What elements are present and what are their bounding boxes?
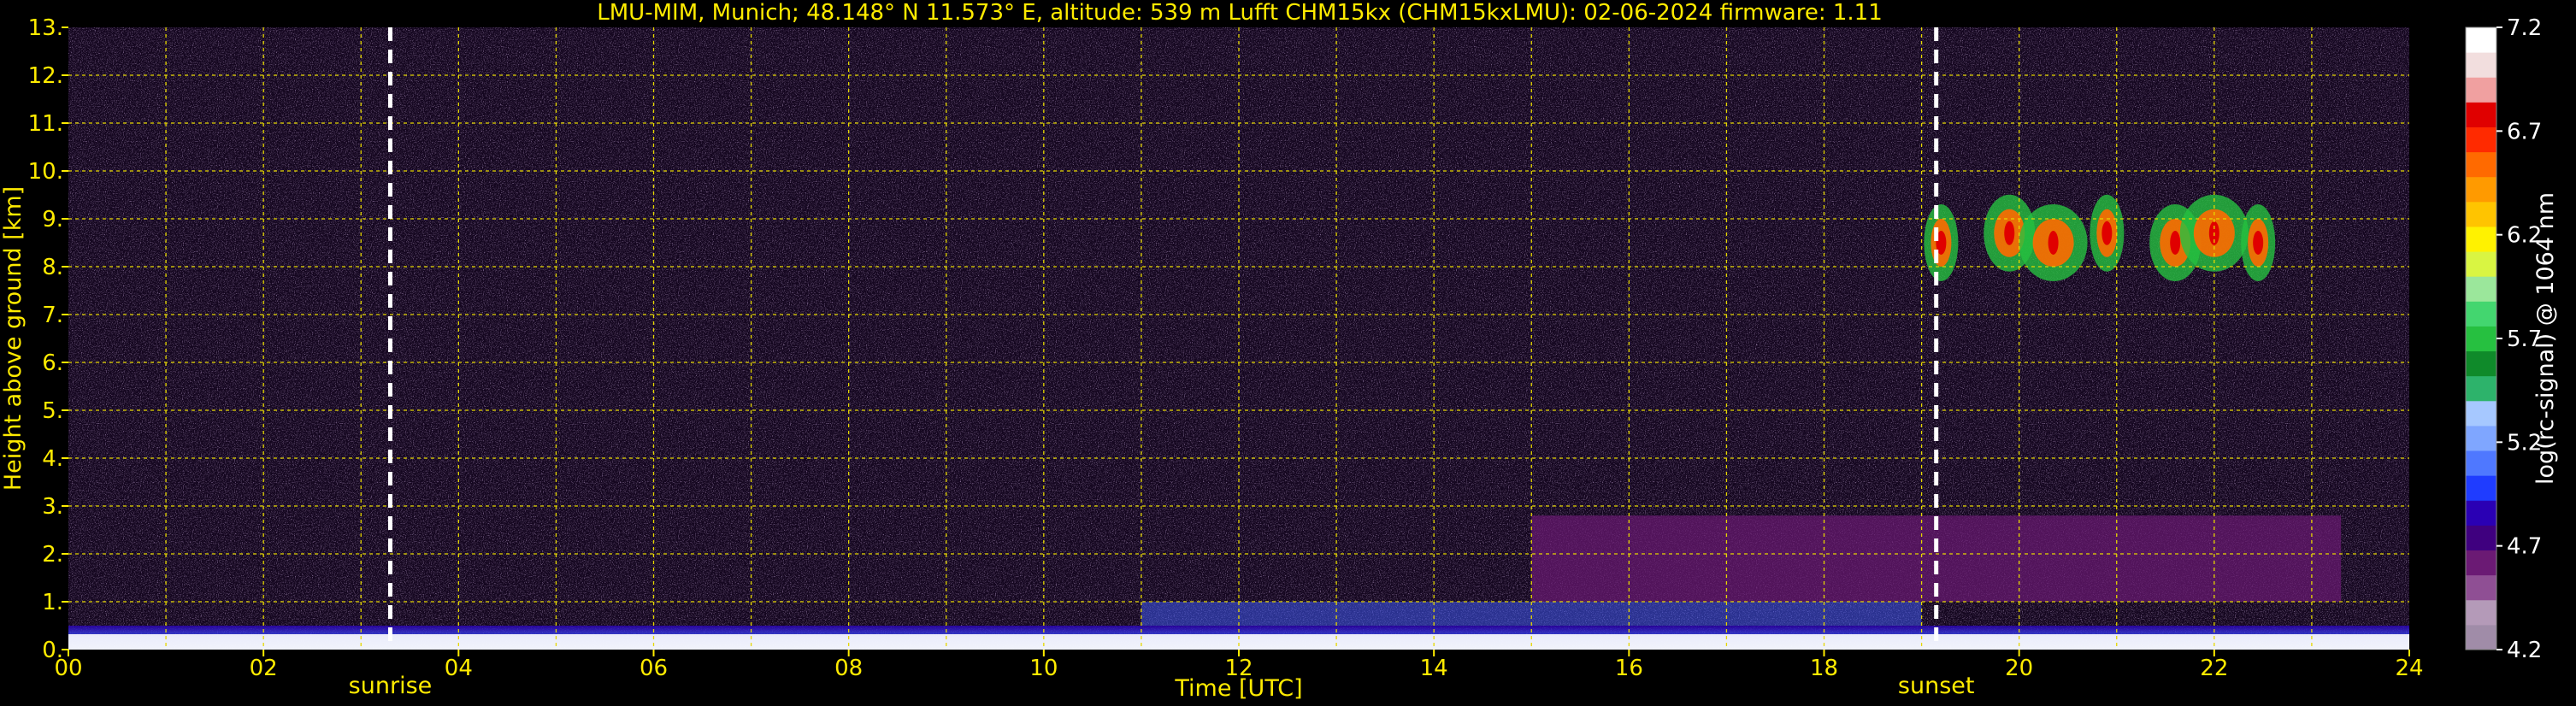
colorbar-swatch xyxy=(2466,77,2496,103)
colorbar-tick-label: 4.2 xyxy=(2507,638,2542,663)
colorbar-swatch xyxy=(2466,574,2496,601)
x-axis-label: Time [UTC] xyxy=(1174,675,1302,702)
y-tick-label: 6. xyxy=(42,350,63,376)
y-tick-label: 1. xyxy=(42,590,63,615)
x-tick-label: 04 xyxy=(445,656,473,681)
x-tick-label: 24 xyxy=(2395,656,2423,681)
colorbar-swatch xyxy=(2466,301,2496,327)
y-tick-label: 3. xyxy=(42,494,63,520)
x-tick-label: 14 xyxy=(1420,656,1448,681)
colorbar-swatch xyxy=(2466,525,2496,551)
colorbar-tick-label: 7.2 xyxy=(2507,15,2542,41)
y-tick-label: 5. xyxy=(42,398,63,424)
colorbar-swatch xyxy=(2466,624,2496,650)
cirrus-peak xyxy=(2170,231,2181,255)
cirrus-peak xyxy=(2004,221,2015,245)
colorbar-swatch xyxy=(2466,151,2496,178)
chart-title: LMU-MIM, Munich; 48.148° N 11.573° E, al… xyxy=(597,0,1882,26)
feature-mixed-layer xyxy=(1141,602,1922,626)
x-tick-label: 16 xyxy=(1615,656,1643,681)
ceilometer-figure: LMU-MIM, Munich; 48.148° N 11.573° E, al… xyxy=(0,0,2576,706)
x-tick-label: 10 xyxy=(1029,656,1058,681)
y-axis-label: Height above ground [km] xyxy=(0,186,27,491)
cirrus-peak xyxy=(2101,221,2113,245)
x-tick-label: 22 xyxy=(2200,656,2228,681)
colorbar-swatch xyxy=(2466,176,2496,203)
y-tick-label: 4. xyxy=(42,446,63,472)
colorbar-swatch xyxy=(2466,450,2496,476)
y-tick-label: 9. xyxy=(42,207,63,232)
x-tick-label: 06 xyxy=(640,656,668,681)
colorbar-swatch xyxy=(2466,226,2496,252)
annotation-labels: sunrise sunset xyxy=(349,673,1975,699)
colorbar-swatch xyxy=(2466,102,2496,127)
x-tick-label: 08 xyxy=(834,656,863,681)
colorbar-swatch xyxy=(2466,201,2496,227)
colorbar-swatch xyxy=(2466,375,2496,402)
y-tick-label: 7. xyxy=(42,303,63,328)
colorbar-swatch xyxy=(2466,126,2496,153)
y-axis-ticks: 0.1.2.3.4.5.6.7.8.9.10.11.12.13. xyxy=(28,15,68,663)
colorbar-swatch xyxy=(2466,276,2496,302)
colorbar-swatch xyxy=(2466,27,2496,53)
cirrus-peak xyxy=(2253,231,2264,255)
colorbar-tick-label: 4.7 xyxy=(2507,534,2542,560)
colorbar-swatch xyxy=(2466,550,2496,576)
x-tick-label: 20 xyxy=(2005,656,2033,681)
colorbar-swatch xyxy=(2466,425,2496,451)
y-tick-label: 11. xyxy=(28,111,63,137)
colorbar-swatch xyxy=(2466,475,2496,501)
x-tick-label: 00 xyxy=(54,656,82,681)
ceilometer-plot: LMU-MIM, Munich; 48.148° N 11.573° E, al… xyxy=(0,0,2559,702)
cirrus-peak xyxy=(2048,231,2059,255)
colorbar-tick-label: 6.7 xyxy=(2507,119,2542,144)
plot-area xyxy=(68,27,2409,650)
x-tick-label: 02 xyxy=(250,656,278,681)
y-tick-label: 2. xyxy=(42,542,63,568)
colorbar: 4.24.75.25.76.26.77.2 xyxy=(2465,15,2542,663)
annotation-label-sunrise: sunrise xyxy=(349,673,433,699)
colorbar-swatch xyxy=(2466,599,2496,626)
colorbar-swatch xyxy=(2466,326,2496,352)
y-tick-label: 8. xyxy=(42,255,63,280)
y-tick-label: 12. xyxy=(28,63,63,89)
colorbar-swatch xyxy=(2466,400,2496,427)
y-tick-label: 10. xyxy=(28,159,63,185)
annotation-label-sunset: sunset xyxy=(1898,673,1975,699)
x-tick-label: 18 xyxy=(1810,656,1838,681)
y-tick-label: 13. xyxy=(28,15,63,41)
colorbar-swatch xyxy=(2466,251,2496,277)
colorbar-swatch xyxy=(2466,52,2496,78)
colorbar-swatch xyxy=(2466,500,2496,526)
colorbar-label: log(rc-signal) @ 1064 nm xyxy=(2532,192,2559,485)
colorbar-swatch xyxy=(2466,350,2496,377)
